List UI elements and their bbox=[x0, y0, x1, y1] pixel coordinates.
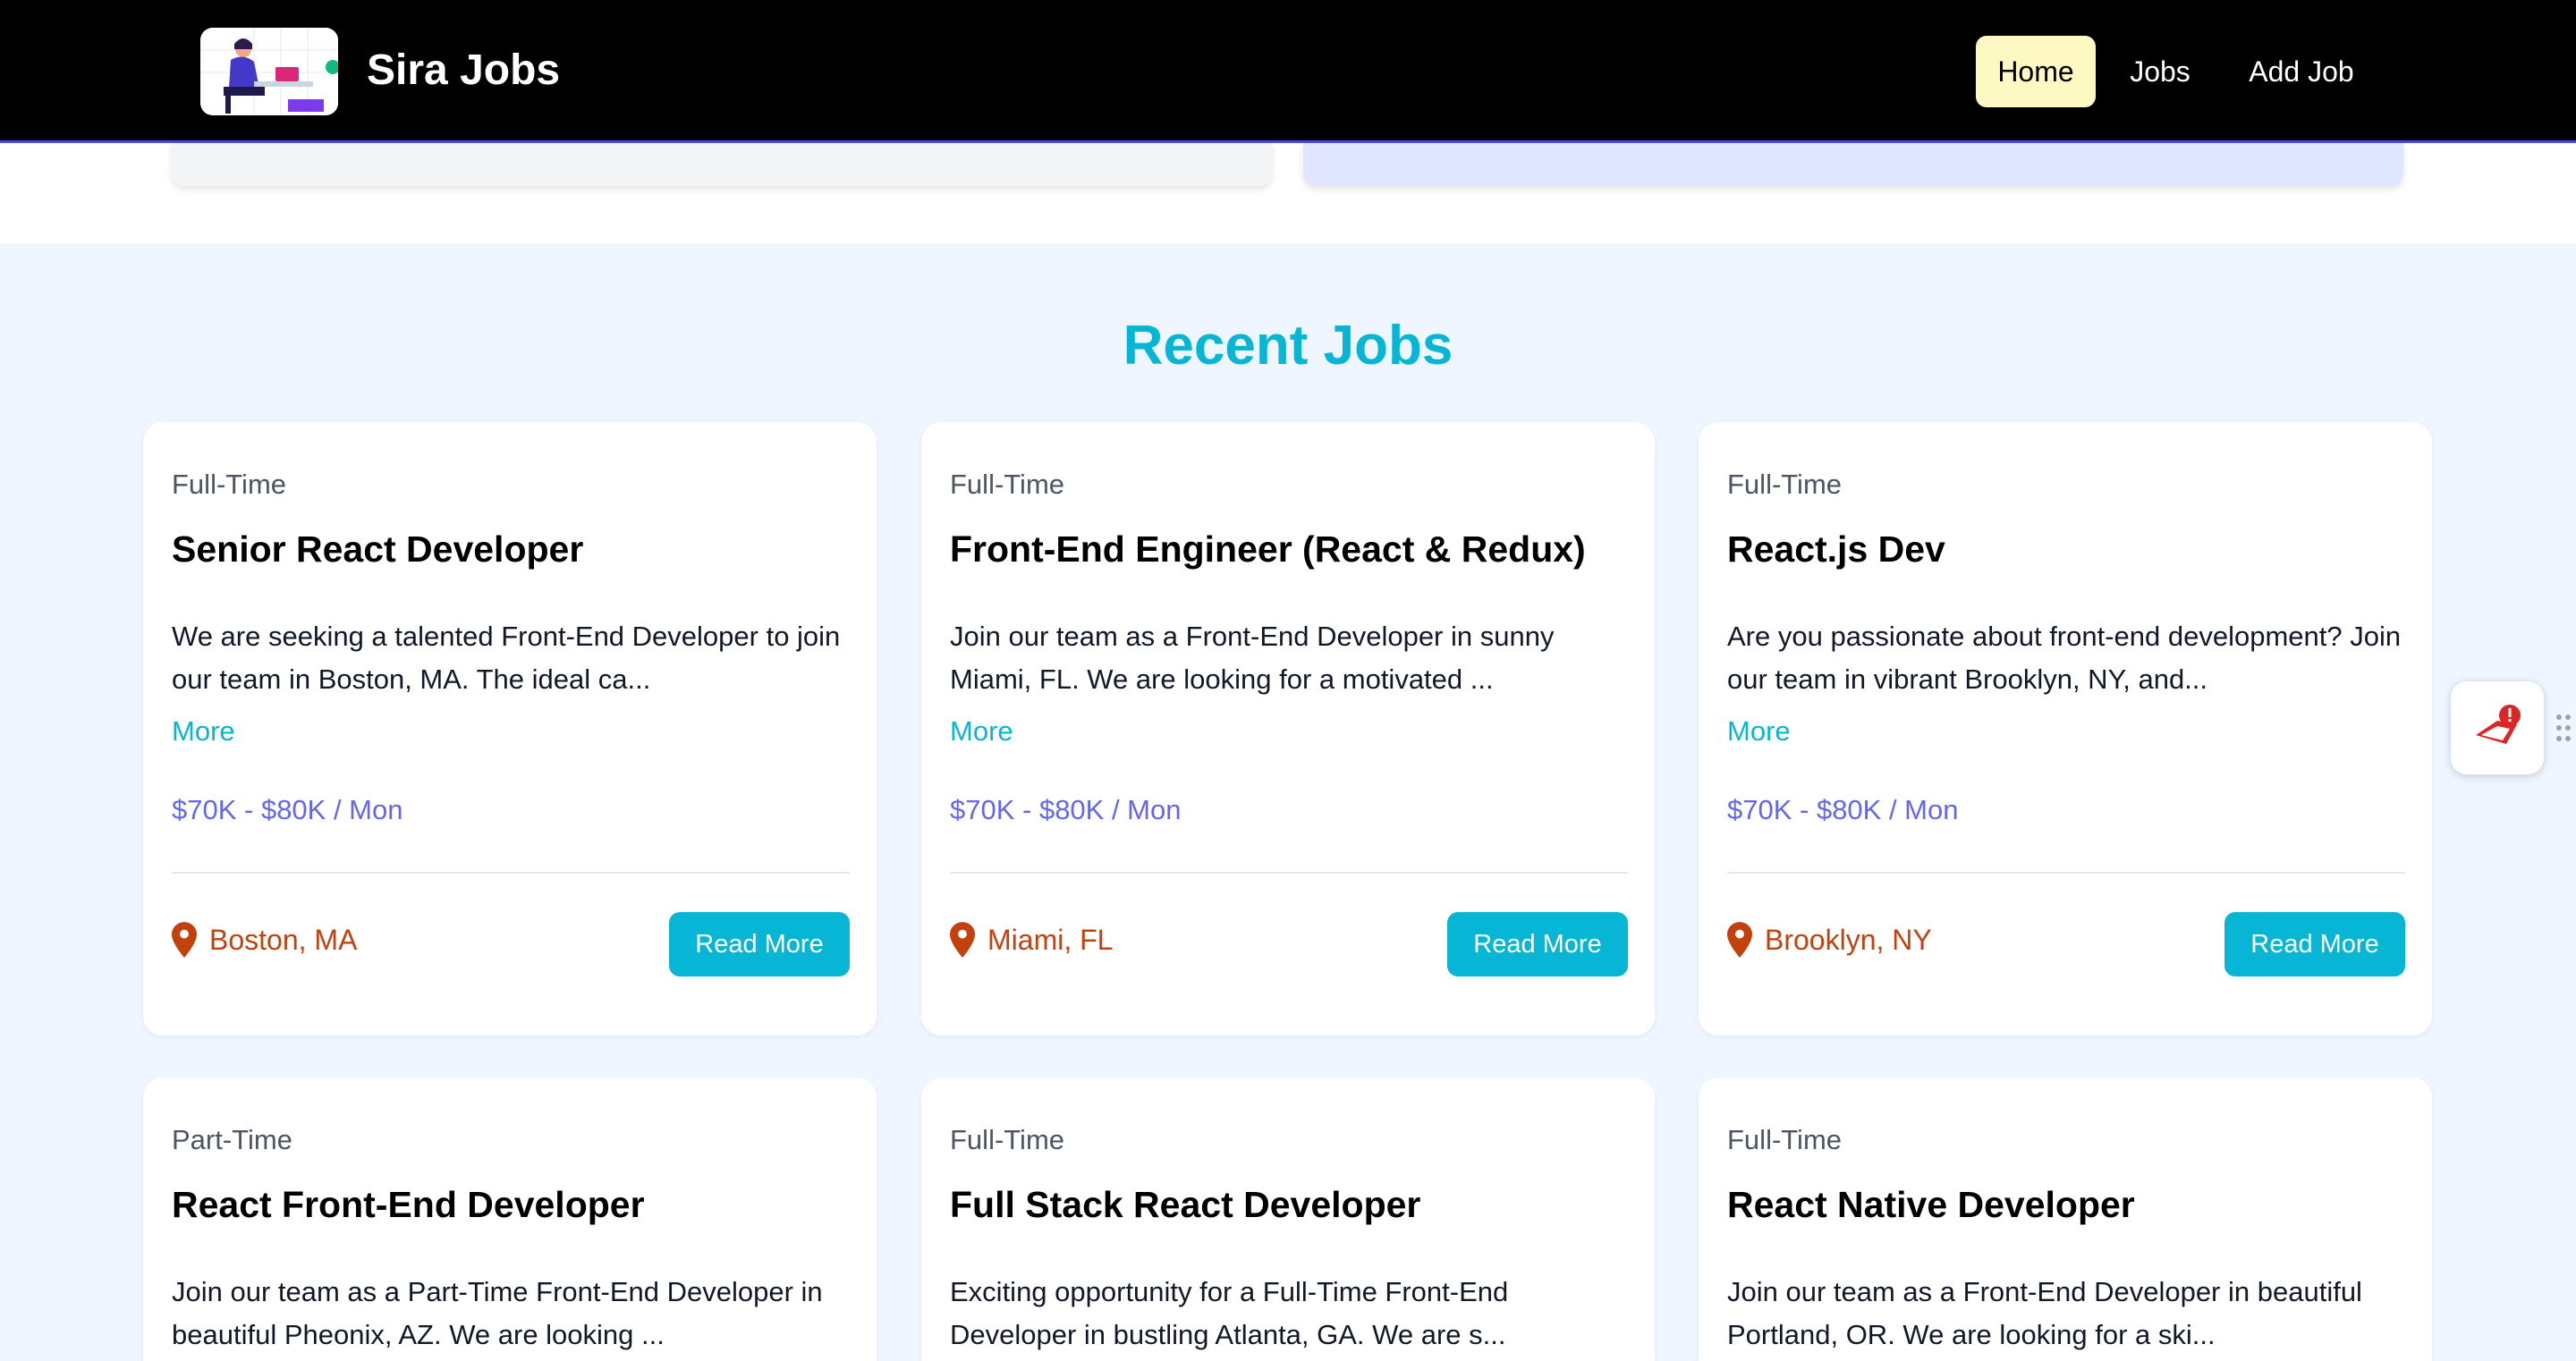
developers-card bbox=[172, 143, 1272, 186]
job-card: Part-Time React Front-End Developer Join… bbox=[143, 1078, 877, 1361]
job-description: We are seeking a talented Front-End Deve… bbox=[172, 621, 841, 695]
read-more-button[interactable]: Read More bbox=[2224, 912, 2405, 976]
job-type: Full-Time bbox=[172, 469, 287, 500]
job-title: Full Stack React Developer bbox=[950, 1184, 1421, 1225]
more-button[interactable]: More bbox=[1727, 714, 1791, 749]
logo-illustration-icon bbox=[200, 28, 338, 115]
read-more-button[interactable]: Read More bbox=[669, 912, 850, 976]
drag-handle-icon[interactable] bbox=[2555, 712, 2572, 744]
divider bbox=[950, 872, 1628, 874]
job-title: Front-End Engineer (React & Redux) bbox=[950, 528, 1586, 570]
job-location: Miami, FL bbox=[950, 918, 1113, 961]
job-salary: $70K - $80K / Mon bbox=[1727, 794, 1959, 825]
map-pin-icon bbox=[1727, 922, 1752, 958]
location-text: Miami, FL bbox=[987, 923, 1114, 956]
job-type: Full-Time bbox=[1727, 1124, 1843, 1155]
job-type: Part-Time bbox=[172, 1124, 292, 1155]
job-location: Brooklyn, NY bbox=[1727, 918, 1932, 961]
job-description: Join our team as a Front-End Developer i… bbox=[950, 621, 1555, 695]
job-description: Exciting opportunity for a Full-Time Fro… bbox=[950, 1276, 1509, 1350]
job-card: Full-Time Senior React Developer We are … bbox=[143, 422, 877, 1036]
section-title: Recent Jobs bbox=[1123, 315, 1453, 376]
employers-card bbox=[1303, 143, 2403, 186]
location-text: Boston, MA bbox=[209, 923, 358, 956]
job-card: Full-Time Full Stack React Developer Exc… bbox=[921, 1078, 1655, 1361]
job-description: Are you passionate about front-end devel… bbox=[1727, 621, 2402, 695]
more-button[interactable]: More bbox=[950, 714, 1013, 749]
job-title: Senior React Developer bbox=[172, 528, 584, 570]
job-title: React.js Dev bbox=[1727, 528, 1945, 570]
job-title: React Native Developer bbox=[1727, 1184, 2135, 1225]
job-type: Full-Time bbox=[950, 469, 1065, 500]
extension-widget[interactable] bbox=[2451, 681, 2544, 774]
map-pin-icon bbox=[172, 922, 197, 958]
nav-add-job-link[interactable]: Add Job bbox=[2227, 36, 2376, 107]
job-description: Join our team as a Part-Time Front-End D… bbox=[172, 1276, 823, 1350]
location-text: Brooklyn, NY bbox=[1765, 923, 1932, 956]
job-card: Full-Time React Native Developer Join ou… bbox=[1699, 1078, 2432, 1361]
job-card: Full-Time React.js Dev Are you passionat… bbox=[1699, 422, 2432, 1036]
alert-extension-icon bbox=[2476, 705, 2521, 744]
divider bbox=[1727, 872, 2405, 874]
more-button[interactable]: More bbox=[172, 714, 235, 749]
nav-home-link[interactable]: Home bbox=[1976, 36, 2096, 107]
job-type: Full-Time bbox=[950, 1124, 1065, 1155]
divider bbox=[172, 872, 850, 874]
job-salary: $70K - $80K / Mon bbox=[950, 794, 1182, 825]
job-salary: $70K - $80K / Mon bbox=[172, 794, 403, 825]
job-description: Join our team as a Front-End Developer i… bbox=[1727, 1276, 2362, 1350]
brand-name[interactable]: Sira Jobs bbox=[367, 45, 560, 97]
job-location: Boston, MA bbox=[172, 918, 357, 961]
job-type: Full-Time bbox=[1727, 469, 1843, 500]
job-title: React Front-End Developer bbox=[172, 1184, 645, 1225]
read-more-button[interactable]: Read More bbox=[1447, 912, 1628, 976]
map-pin-icon bbox=[950, 922, 975, 958]
navbar: Sira Jobs Home Jobs Add Job bbox=[0, 0, 2576, 143]
logo[interactable] bbox=[200, 28, 338, 115]
nav-jobs-link[interactable]: Jobs bbox=[2111, 36, 2209, 107]
job-card: Full-Time Front-End Engineer (React & Re… bbox=[921, 422, 1655, 1036]
